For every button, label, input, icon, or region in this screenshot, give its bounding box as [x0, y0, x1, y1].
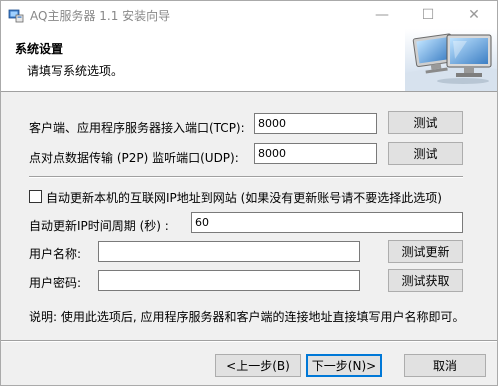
- computer-monitors-icon: [405, 29, 497, 91]
- username-input[interactable]: [98, 241, 360, 262]
- back-button[interactable]: <上一步(B): [215, 354, 301, 377]
- usage-note: 说明: 使用此选项后, 应用程序服务器和客户端的连接地址直接填写用户名称即可。: [29, 310, 465, 324]
- username-label: 用户名称:: [29, 247, 82, 261]
- maximize-icon: ☐: [421, 7, 435, 23]
- test-tcp-button[interactable]: 测试: [388, 111, 463, 134]
- test-udp-button[interactable]: 测试: [388, 142, 463, 165]
- minimize-button[interactable]: —: [359, 1, 405, 29]
- udp-port-label: 点对点数据传输 (P2P) 监听端口(UDP):: [29, 151, 239, 165]
- close-button[interactable]: ✕: [451, 1, 497, 29]
- next-button[interactable]: 下一步(N)>: [306, 354, 382, 377]
- tcp-port-input[interactable]: [254, 113, 377, 134]
- maximize-button[interactable]: ☐: [405, 1, 451, 29]
- auto-update-label: 自动更新本机的互联网IP地址到网站 (如果没有更新账号请不要选择此选项): [46, 191, 442, 205]
- title-bar[interactable]: AQ主服务器 1.1 安装向导 — ☐ ✕: [1, 1, 497, 29]
- page-title: 系统设置: [15, 42, 64, 56]
- password-input[interactable]: [98, 270, 360, 291]
- update-period-input[interactable]: [191, 212, 463, 233]
- minimize-icon: —: [375, 7, 389, 23]
- test-fetch-button[interactable]: 测试获取: [388, 269, 463, 292]
- page-subtitle: 请填写系统选项。: [27, 64, 124, 78]
- close-icon: ✕: [468, 7, 480, 23]
- window-title: AQ主服务器 1.1 安装向导: [30, 9, 171, 23]
- auto-update-checkbox[interactable]: [29, 190, 42, 203]
- cancel-button[interactable]: 取消: [404, 354, 486, 377]
- section-separator: [29, 176, 463, 178]
- test-update-button[interactable]: 测试更新: [388, 240, 463, 263]
- installer-app-icon: [8, 9, 24, 23]
- password-label: 用户密码:: [29, 276, 82, 290]
- footer-separator: [1, 340, 497, 342]
- wizard-header: 系统设置 请填写系统选项。: [1, 29, 497, 92]
- update-period-label: 自动更新IP时间周期 (秒) :: [29, 219, 169, 233]
- tcp-port-label: 客户端、应用程序服务器接入端口(TCP):: [29, 121, 245, 135]
- installer-window: AQ主服务器 1.1 安装向导 — ☐ ✕ 系统设置 请填写系统选项。 客户端、…: [0, 0, 498, 386]
- udp-port-input[interactable]: [254, 143, 377, 164]
